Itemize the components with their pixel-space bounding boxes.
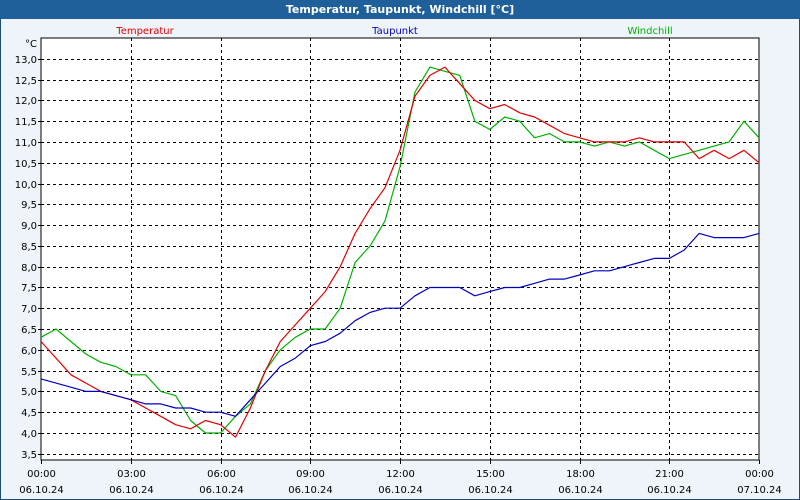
y-tick-label: 7,5: [21, 283, 37, 294]
y-tick-label: 6,0: [21, 346, 37, 357]
y-tick-label: 4,5: [21, 408, 37, 419]
x-tick-time-label: 03:00: [117, 469, 146, 480]
y-tick-label: 5,5: [21, 367, 37, 378]
x-tick-date-label: 06.10.24: [199, 485, 244, 496]
y-tick-label: 6,5: [21, 325, 37, 336]
x-tick-time-label: 21:00: [655, 469, 684, 480]
y-tick-label: 11,5: [15, 117, 37, 128]
x-tick-date-label: 06.10.24: [109, 485, 154, 496]
x-tick-date-label: 06.10.24: [19, 485, 64, 496]
x-tick-time-label: 12:00: [386, 469, 415, 480]
line-chart: 3,5 4,0 4,5 5,0 5,5 6,0 6,5 7,0 7,5 8,0 8,5 9,0 9,5 1…: [15, 26, 782, 496]
legend-windchill: Windchill: [627, 26, 672, 37]
x-tick-time-label: 00:00: [27, 469, 56, 480]
x-tick-date-label: 06.10.24: [558, 485, 603, 496]
y-tick-label: 10,5: [15, 159, 37, 170]
y-tick-label: 5,0: [21, 387, 37, 398]
legend-temperatur: Temperatur: [115, 26, 174, 37]
y-tick-label: 9,0: [21, 221, 37, 232]
y-axis-label: °C: [25, 39, 37, 50]
x-tick-time-label: 00:00: [745, 469, 774, 480]
y-tick-label: 7,0: [21, 304, 37, 315]
y-tick-label: 10,0: [15, 180, 37, 191]
y-tick-label: 3,5: [21, 450, 37, 461]
y-tick-label: 9,5: [21, 200, 37, 211]
y-tick-label: 12,5: [15, 76, 37, 87]
x-tick-time-label: 18:00: [566, 469, 595, 480]
x-tick-date-label: 07.10.24: [737, 485, 782, 496]
x-tick-date-label: 06.10.24: [468, 485, 513, 496]
y-tick-label: 11,0: [15, 138, 37, 149]
x-tick-date-label: 06.10.24: [647, 485, 692, 496]
x-tick-date-label: 06.10.24: [288, 485, 333, 496]
y-tick-label: 8,5: [21, 242, 37, 253]
x-tick-time-label: 15:00: [476, 469, 505, 480]
y-tick-label: 8,0: [21, 263, 37, 274]
x-tick-time-label: 06:00: [207, 469, 236, 480]
y-tick-label: 13,0: [15, 55, 37, 66]
y-tick-label: 4,0: [21, 429, 37, 440]
x-tick-date-label: 06.10.24: [378, 485, 423, 496]
y-tick-label: 12,0: [15, 96, 37, 107]
x-tick-time-label: 09:00: [296, 469, 325, 480]
legend-taupunkt: Taupunkt: [371, 26, 418, 37]
